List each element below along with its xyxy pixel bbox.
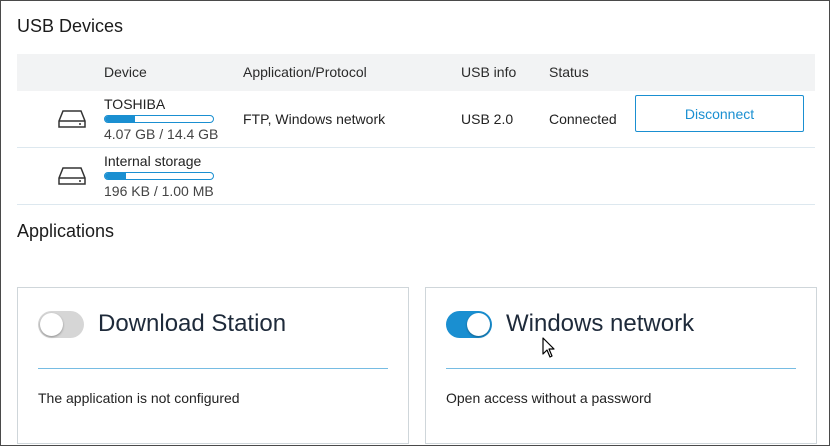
storage-usage-bar: [104, 172, 214, 180]
card-divider: [38, 368, 388, 369]
app-card-download-station: Download Station The application is not …: [17, 287, 409, 444]
storage-usage-fill: [105, 173, 126, 179]
download-station-toggle[interactable]: [38, 311, 84, 338]
usb-devices-title: USB Devices: [17, 16, 124, 36]
column-header-usb-info: USB info: [461, 64, 517, 80]
windows-network-toggle[interactable]: [446, 311, 492, 338]
toggle-knob: [467, 313, 490, 336]
app-card-description: The application is not configured: [38, 390, 240, 406]
app-card-title: Download Station: [98, 310, 287, 337]
device-status: Connected: [549, 111, 617, 127]
window-frame: USB Devices Device Application/Protocol …: [0, 0, 830, 446]
table-row: Internal storage 196 KB / 1.00 MB: [17, 148, 815, 205]
device-usb-info: USB 2.0: [461, 111, 514, 127]
mouse-cursor-icon: [542, 337, 555, 358]
column-header-device: Device: [104, 64, 147, 80]
table-row: TOSHIBA 4.07 GB / 14.4 GB FTP, Windows n…: [17, 91, 815, 148]
usb-devices-table: Device Application/Protocol USB info Sta…: [17, 54, 815, 205]
card-divider: [446, 368, 796, 369]
device-name: Internal storage: [104, 153, 202, 169]
device-protocols: FTP, Windows network: [243, 111, 386, 127]
device-size: 4.07 GB / 14.4 GB: [104, 126, 219, 142]
device-name: TOSHIBA: [104, 96, 166, 112]
column-header-status: Status: [549, 64, 589, 80]
app-card-title: Windows network: [506, 310, 695, 337]
storage-usage-bar: [104, 115, 214, 123]
app-card-windows-network: Windows network Open access without a pa…: [425, 287, 817, 444]
disconnect-button[interactable]: Disconnect: [635, 95, 804, 132]
applications-title: Applications: [17, 221, 115, 241]
drive-icon: [58, 167, 86, 185]
drive-icon: [58, 110, 86, 128]
toggle-knob: [40, 313, 63, 336]
app-card-description: Open access without a password: [446, 390, 652, 406]
column-header-app-protocol: Application/Protocol: [243, 64, 367, 80]
device-size: 196 KB / 1.00 MB: [104, 183, 214, 199]
table-header: Device Application/Protocol USB info Sta…: [17, 54, 815, 91]
storage-usage-fill: [105, 116, 136, 122]
